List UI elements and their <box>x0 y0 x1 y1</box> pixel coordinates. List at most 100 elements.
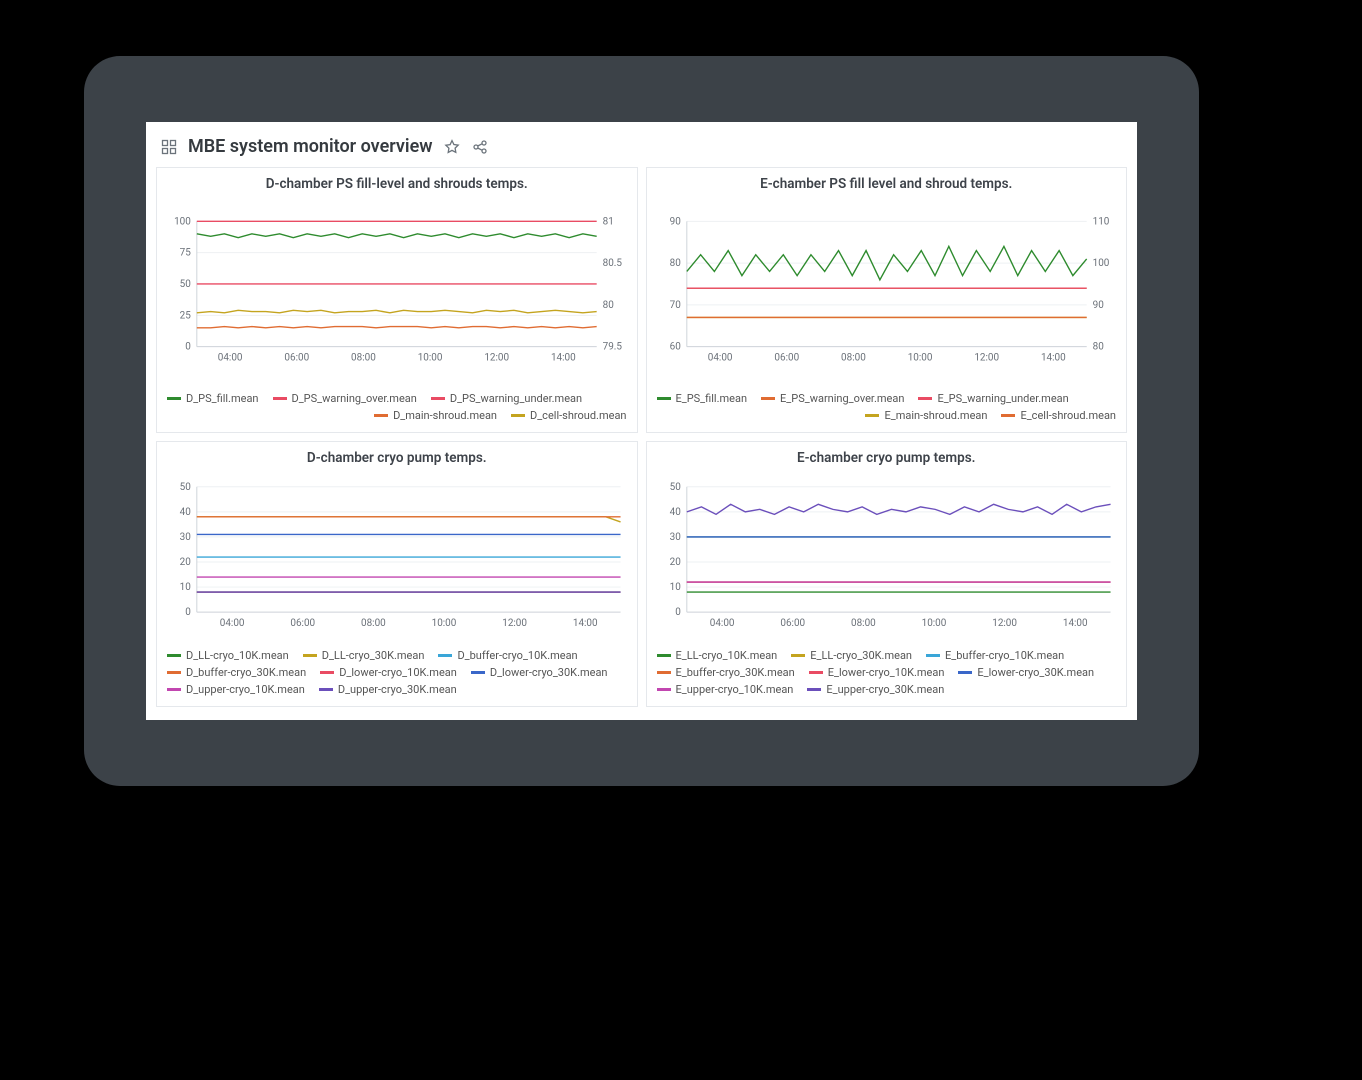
svg-text:04:00: 04:00 <box>707 353 732 364</box>
chart-panel[interactable]: E-chamber PS fill level and shroud temps… <box>646 167 1128 433</box>
legend-item[interactable]: E_cell-shroud.mean <box>1001 407 1116 424</box>
legend-item[interactable]: E_PS_warning_under.mean <box>918 390 1068 407</box>
legend-item[interactable]: E_upper-cryo_30K.mean <box>807 681 944 698</box>
apps-grid-icon <box>160 138 178 156</box>
svg-text:90: 90 <box>1092 300 1104 311</box>
svg-text:12:00: 12:00 <box>484 353 509 364</box>
page-title: MBE system monitor overview <box>188 136 433 157</box>
svg-text:06:00: 06:00 <box>284 353 309 364</box>
chart-plot[interactable]: 0 10 20 30 40 50 04:00 06:00 08:00 10:00 12:00 14:0… <box>163 470 631 641</box>
legend-item[interactable]: D_LL-cryo_30K.mean <box>303 647 425 664</box>
panel-title: E-chamber PS fill level and shroud temps… <box>647 168 1127 196</box>
svg-text:10:00: 10:00 <box>907 353 932 364</box>
svg-text:10: 10 <box>669 582 681 593</box>
svg-text:40: 40 <box>669 507 681 518</box>
legend-item[interactable]: D_upper-cryo_10K.mean <box>167 681 305 698</box>
legend-item[interactable]: D_PS_warning_under.mean <box>431 390 582 407</box>
legend-item[interactable]: D_buffer-cryo_10K.mean <box>438 647 577 664</box>
svg-text:30: 30 <box>180 532 192 543</box>
panel-title: D-chamber PS fill-level and shrouds temp… <box>157 168 637 196</box>
svg-text:04:00: 04:00 <box>220 618 245 629</box>
legend-item[interactable]: D_PS_fill.mean <box>167 390 259 407</box>
svg-text:06:00: 06:00 <box>774 353 799 364</box>
svg-text:04:00: 04:00 <box>709 618 734 629</box>
legend-item[interactable]: D_lower-cryo_30K.mean <box>471 664 608 681</box>
svg-text:0: 0 <box>675 607 681 618</box>
chart-panel[interactable]: D-chamber cryo pump temps. 0 10 20 30 40 50 04:… <box>156 441 638 707</box>
svg-text:100: 100 <box>174 216 191 227</box>
svg-text:80: 80 <box>1092 342 1104 353</box>
dashboard-screen: MBE system monitor overview D-chamber PS… <box>146 122 1137 720</box>
svg-text:50: 50 <box>669 482 681 493</box>
legend-item[interactable]: D_lower-cryo_10K.mean <box>320 664 457 681</box>
svg-text:14:00: 14:00 <box>1062 618 1087 629</box>
svg-text:79.5: 79.5 <box>603 342 623 353</box>
legend-item[interactable]: D_main-shroud.mean <box>374 407 497 424</box>
svg-text:20: 20 <box>180 557 192 568</box>
legend-item[interactable]: E_PS_warning_over.mean <box>761 390 904 407</box>
chart-legend: E_PS_fill.mean E_PS_warning_over.mean E_PS… <box>647 384 1127 432</box>
chart-panel[interactable]: D-chamber PS fill-level and shrouds temp… <box>156 167 638 433</box>
svg-text:50: 50 <box>180 482 192 493</box>
svg-text:08:00: 08:00 <box>851 618 876 629</box>
legend-item[interactable]: D_PS_warning_over.mean <box>273 390 417 407</box>
svg-text:08:00: 08:00 <box>361 618 386 629</box>
svg-text:60: 60 <box>669 342 681 353</box>
svg-text:06:00: 06:00 <box>780 618 805 629</box>
legend-item[interactable]: E_lower-cryo_10K.mean <box>809 664 945 681</box>
star-icon[interactable] <box>443 138 461 156</box>
chart-legend: D_LL-cryo_10K.meanD_LL-cryo_30K.meanD_bu… <box>157 641 637 706</box>
svg-text:80.5: 80.5 <box>603 258 623 269</box>
svg-text:14:00: 14:00 <box>573 618 598 629</box>
tablet-frame: MBE system monitor overview D-chamber PS… <box>84 56 1199 786</box>
chart-plot[interactable]: 60 70 80 90 80 90 100 110 04:00 06:00 08:00 10:00 12… <box>653 196 1121 384</box>
legend-item[interactable]: E_main-shroud.mean <box>865 407 987 424</box>
legend-item[interactable]: D_cell-shroud.mean <box>511 407 627 424</box>
svg-text:30: 30 <box>669 532 681 543</box>
svg-text:08:00: 08:00 <box>351 353 376 364</box>
svg-text:14:00: 14:00 <box>1040 353 1065 364</box>
svg-text:10: 10 <box>180 582 192 593</box>
chart-plot[interactable]: 0102030405004:0006:0008:0010:0012:0014:0… <box>653 470 1121 641</box>
svg-text:12:00: 12:00 <box>974 353 999 364</box>
panel-title: D-chamber cryo pump temps. <box>157 442 637 470</box>
svg-text:14:00: 14:00 <box>551 353 576 364</box>
svg-text:10:00: 10:00 <box>418 353 443 364</box>
chart-plot[interactable]: 0 25 50 75 100 79.5 80 80.5 81 04:00 06:00 08:00 10:… <box>163 196 631 384</box>
panel-grid: D-chamber PS fill-level and shrouds temp… <box>146 167 1137 717</box>
legend-item[interactable]: E_upper-cryo_10K.mean <box>657 681 794 698</box>
chart-legend: D_PS_fill.mean D_PS_warning_over.mean D_PS… <box>157 384 637 432</box>
svg-text:0: 0 <box>185 607 191 618</box>
legend-item[interactable]: E_LL-cryo_30K.mean <box>791 647 912 664</box>
legend-item[interactable]: E_LL-cryo_10K.mean <box>657 647 778 664</box>
svg-text:08:00: 08:00 <box>841 353 866 364</box>
svg-text:10:00: 10:00 <box>921 618 946 629</box>
svg-text:81: 81 <box>603 216 614 227</box>
chart-legend: E_LL-cryo_10K.meanE_LL-cryo_30K.meanE_bu… <box>647 641 1127 706</box>
svg-text:04:00: 04:00 <box>218 353 243 364</box>
svg-text:40: 40 <box>180 507 192 518</box>
svg-text:06:00: 06:00 <box>290 618 315 629</box>
panel-title: E-chamber cryo pump temps. <box>647 442 1127 470</box>
svg-text:0: 0 <box>185 342 191 353</box>
svg-text:25: 25 <box>180 310 192 321</box>
legend-item[interactable]: E_buffer-cryo_10K.mean <box>926 647 1064 664</box>
svg-text:12:00: 12:00 <box>502 618 527 629</box>
legend-item[interactable]: E_lower-cryo_30K.mean <box>958 664 1094 681</box>
svg-text:80: 80 <box>603 300 615 311</box>
svg-text:110: 110 <box>1092 216 1109 227</box>
svg-text:75: 75 <box>180 248 192 259</box>
svg-text:10:00: 10:00 <box>432 618 457 629</box>
legend-item[interactable]: E_PS_fill.mean <box>657 390 748 407</box>
svg-text:90: 90 <box>669 216 681 227</box>
legend-item[interactable]: D_LL-cryo_10K.mean <box>167 647 289 664</box>
legend-item[interactable]: D_buffer-cryo_30K.mean <box>167 664 306 681</box>
svg-text:70: 70 <box>669 300 681 311</box>
legend-item[interactable]: D_upper-cryo_30K.mean <box>319 681 457 698</box>
svg-text:80: 80 <box>669 258 681 269</box>
chart-panel[interactable]: E-chamber cryo pump temps.0102030405004:… <box>646 441 1128 707</box>
svg-text:100: 100 <box>1092 258 1109 269</box>
legend-item[interactable]: E_buffer-cryo_30K.mean <box>657 664 795 681</box>
share-icon[interactable] <box>471 138 489 156</box>
svg-text:50: 50 <box>180 279 192 290</box>
